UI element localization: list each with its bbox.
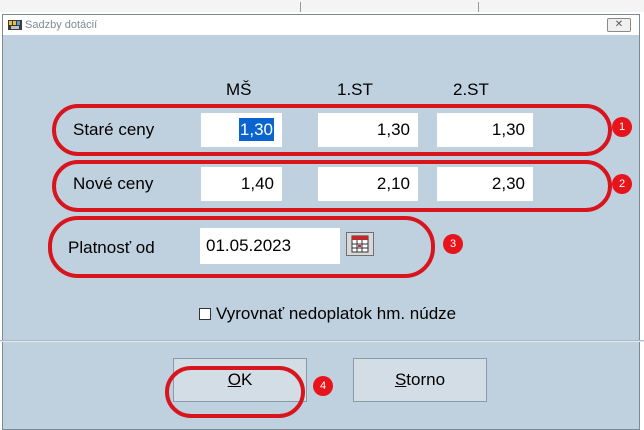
background-divider xyxy=(478,2,479,12)
cancel-button[interactable]: Storno xyxy=(353,358,487,402)
background-window-strip xyxy=(0,0,644,12)
arrears-checkbox-label: Vyrovnať nedoplatok hm. núdze xyxy=(216,304,457,323)
column-header-2st: 2.ST xyxy=(453,80,489,99)
annotation-badge-3: 3 xyxy=(443,234,463,254)
annotation-badge-2: 2 xyxy=(612,174,632,194)
close-button[interactable]: ✕ xyxy=(607,18,631,32)
annotation-ring-2 xyxy=(52,160,612,212)
app-icon xyxy=(8,20,22,30)
column-header-1st: 1.ST xyxy=(337,80,373,99)
cancel-button-label: torno xyxy=(406,370,446,389)
annotation-ring-1 xyxy=(52,104,612,156)
window-title: Sadzby dotácií xyxy=(25,19,98,31)
cancel-button-mnemonic: S xyxy=(394,370,407,389)
column-header-ms: MŠ xyxy=(226,80,252,99)
button-separator-highlight xyxy=(0,341,644,342)
title-bar[interactable]: Sadzby dotácií ✕ xyxy=(3,15,639,35)
annotation-ring-4 xyxy=(165,366,305,418)
annotation-badge-4: 4 xyxy=(313,376,333,396)
annotation-ring-3 xyxy=(48,216,435,278)
arrears-checkbox-row[interactable]: Vyrovnať nedoplatok hm. núdze xyxy=(199,304,456,324)
arrears-checkbox[interactable] xyxy=(199,308,211,320)
close-icon: ✕ xyxy=(614,19,624,30)
annotation-badge-1: 1 xyxy=(612,117,632,137)
background-divider xyxy=(300,2,301,12)
